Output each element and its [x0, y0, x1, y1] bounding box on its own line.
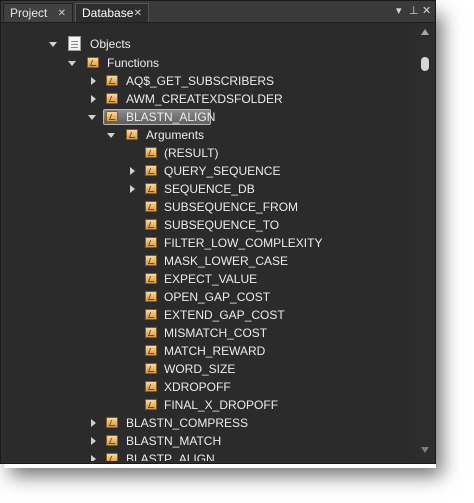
expand-arrow-icon[interactable] — [91, 455, 96, 461]
function-icon — [106, 75, 118, 86]
expand-arrow-icon[interactable] — [130, 185, 135, 193]
tree-node-label: Objects — [90, 37, 131, 51]
tree-node-label: OPEN_GAP_COST — [164, 290, 271, 304]
tree-node-function[interactable]: BLASTN_COMPRESS — [5, 414, 405, 432]
tree-node-argument[interactable]: WORD_SIZE — [5, 360, 405, 378]
expand-arrow-icon[interactable] — [91, 77, 96, 85]
expand-arrow-icon[interactable] — [91, 437, 96, 445]
tree-node-label: WORD_SIZE — [164, 362, 236, 376]
tree-node-label: BLASTN_COMPRESS — [126, 416, 249, 430]
panel-pin-icon[interactable]: ⊥ — [409, 4, 419, 18]
tab-bar: Project ✕ Database ✕ ▾ ⊥ ✕ — [1, 1, 435, 23]
argument-icon — [145, 273, 157, 284]
tree-node-argument[interactable]: MATCH_REWARD — [5, 342, 405, 360]
tree-node-function[interactable]: AQ$_GET_SUBSCRIBERS — [5, 72, 405, 90]
tree-node-objects[interactable]: Objects — [5, 35, 405, 53]
object-tree: Objects Functions AQ$_GET_SUBSCRIBERS AW… — [5, 23, 415, 461]
function-icon — [106, 417, 118, 428]
tree-node-label: SEQUENCE_DB — [164, 182, 255, 196]
argument-icon — [145, 219, 157, 230]
tab-database-close-icon[interactable]: ✕ — [134, 4, 142, 23]
argument-icon — [145, 381, 157, 392]
argument-icon — [145, 183, 157, 194]
function-icon — [106, 435, 118, 446]
tree-node-argument[interactable]: MISMATCH_COST — [5, 324, 405, 342]
collapse-arrow-icon[interactable] — [68, 61, 76, 66]
tree-node-function-selected[interactable]: BLASTN_ALIGN — [5, 108, 405, 126]
argument-icon — [145, 327, 157, 338]
scroll-up-arrow-icon[interactable] — [421, 29, 429, 35]
argument-icon — [145, 399, 157, 410]
tree-node-label: SUBSEQUENCE_FROM — [164, 200, 299, 214]
tree-node-label: Arguments — [146, 128, 205, 142]
tree-node-label: (RESULT) — [164, 146, 219, 160]
tree-node-argument[interactable]: SEQUENCE_DB — [5, 180, 405, 198]
argument-icon — [145, 165, 157, 176]
argument-icon — [145, 363, 157, 374]
tree-node-function[interactable]: BLASTP_ALIGN — [5, 450, 405, 461]
argument-icon — [145, 147, 157, 158]
tab-project[interactable]: Project ✕ — [3, 3, 73, 22]
tree-node-label: BLASTP_ALIGN — [126, 452, 215, 461]
tree-node-argument[interactable]: SUBSEQUENCE_TO — [5, 216, 405, 234]
expand-arrow-icon[interactable] — [130, 167, 135, 175]
argument-icon — [145, 255, 157, 266]
function-icon — [106, 453, 118, 461]
tree-node-argument[interactable]: FINAL_X_DROPOFF — [5, 396, 405, 414]
panel-menu-dropdown-icon[interactable]: ▾ — [396, 4, 402, 18]
expand-arrow-icon[interactable] — [91, 419, 96, 427]
tree-node-argument[interactable]: XDROPOFF — [5, 378, 405, 396]
argument-icon — [145, 309, 157, 320]
collapse-arrow-icon[interactable] — [107, 133, 115, 138]
database-panel: Project ✕ Database ✕ ▾ ⊥ ✕ Objects Funct… — [0, 0, 436, 464]
tab-project-close-icon[interactable]: ✕ — [58, 4, 66, 23]
tree-node-label: EXPECT_VALUE — [164, 272, 258, 286]
tab-project-label: Project — [10, 6, 48, 20]
panel-close-icon[interactable]: ✕ — [422, 4, 431, 18]
tree-node-arguments[interactable]: Arguments — [5, 126, 405, 144]
argument-icon — [145, 345, 157, 356]
tree-node-argument[interactable]: OPEN_GAP_COST — [5, 288, 405, 306]
argument-icon — [145, 201, 157, 212]
objects-icon — [68, 36, 81, 51]
tree-node-label: EXTEND_GAP_COST — [164, 308, 285, 322]
tree-node-label: BLASTN_ALIGN — [126, 110, 216, 124]
tree-node-label: FILTER_LOW_COMPLEXITY — [164, 236, 323, 250]
tree-node-label: MATCH_REWARD — [164, 344, 266, 358]
tree-node-argument[interactable]: EXTEND_GAP_COST — [5, 306, 405, 324]
tab-database-label: Database — [82, 6, 134, 20]
collapse-arrow-icon[interactable] — [49, 42, 57, 47]
argument-icon — [145, 291, 157, 302]
tree-node-label: SUBSEQUENCE_TO — [164, 218, 280, 232]
tree-node-label: Functions — [107, 56, 160, 70]
tab-database[interactable]: Database ✕ — [75, 3, 149, 22]
expand-arrow-icon[interactable] — [91, 95, 96, 103]
tree-node-functions[interactable]: Functions — [5, 54, 405, 72]
tree-node-argument[interactable]: (RESULT) — [5, 144, 405, 162]
argument-icon — [145, 237, 157, 248]
tree-node-function[interactable]: BLASTN_MATCH — [5, 432, 405, 450]
function-icon — [106, 111, 118, 122]
tree-node-argument[interactable]: SUBSEQUENCE_FROM — [5, 198, 405, 216]
tree-node-label: AWM_CREATEXDSFOLDER — [126, 92, 283, 106]
function-folder-icon — [87, 57, 99, 68]
function-icon — [106, 93, 118, 104]
tree-node-label: BLASTN_MATCH — [126, 434, 222, 448]
tree-node-label: QUERY_SEQUENCE — [164, 164, 281, 178]
tree-node-argument[interactable]: QUERY_SEQUENCE — [5, 162, 405, 180]
tree-node-label: MISMATCH_COST — [164, 326, 268, 340]
tree-node-argument[interactable]: MASK_LOWER_CASE — [5, 252, 405, 270]
tree-node-label: MASK_LOWER_CASE — [164, 254, 289, 268]
scroll-down-arrow-icon[interactable] — [421, 447, 429, 453]
tree-node-label: AQ$_GET_SUBSCRIBERS — [126, 74, 275, 88]
tree-node-function[interactable]: AWM_CREATEXDSFOLDER — [5, 90, 405, 108]
tree-node-argument[interactable]: FILTER_LOW_COMPLEXITY — [5, 234, 405, 252]
tree-node-label: FINAL_X_DROPOFF — [164, 398, 279, 412]
collapse-arrow-icon[interactable] — [88, 115, 96, 120]
tree-node-argument[interactable]: EXPECT_VALUE — [5, 270, 405, 288]
vertical-scrollbar[interactable] — [417, 23, 433, 461]
scrollbar-thumb[interactable] — [421, 57, 429, 71]
arguments-folder-icon — [126, 129, 138, 140]
tree-node-label: XDROPOFF — [164, 380, 231, 394]
